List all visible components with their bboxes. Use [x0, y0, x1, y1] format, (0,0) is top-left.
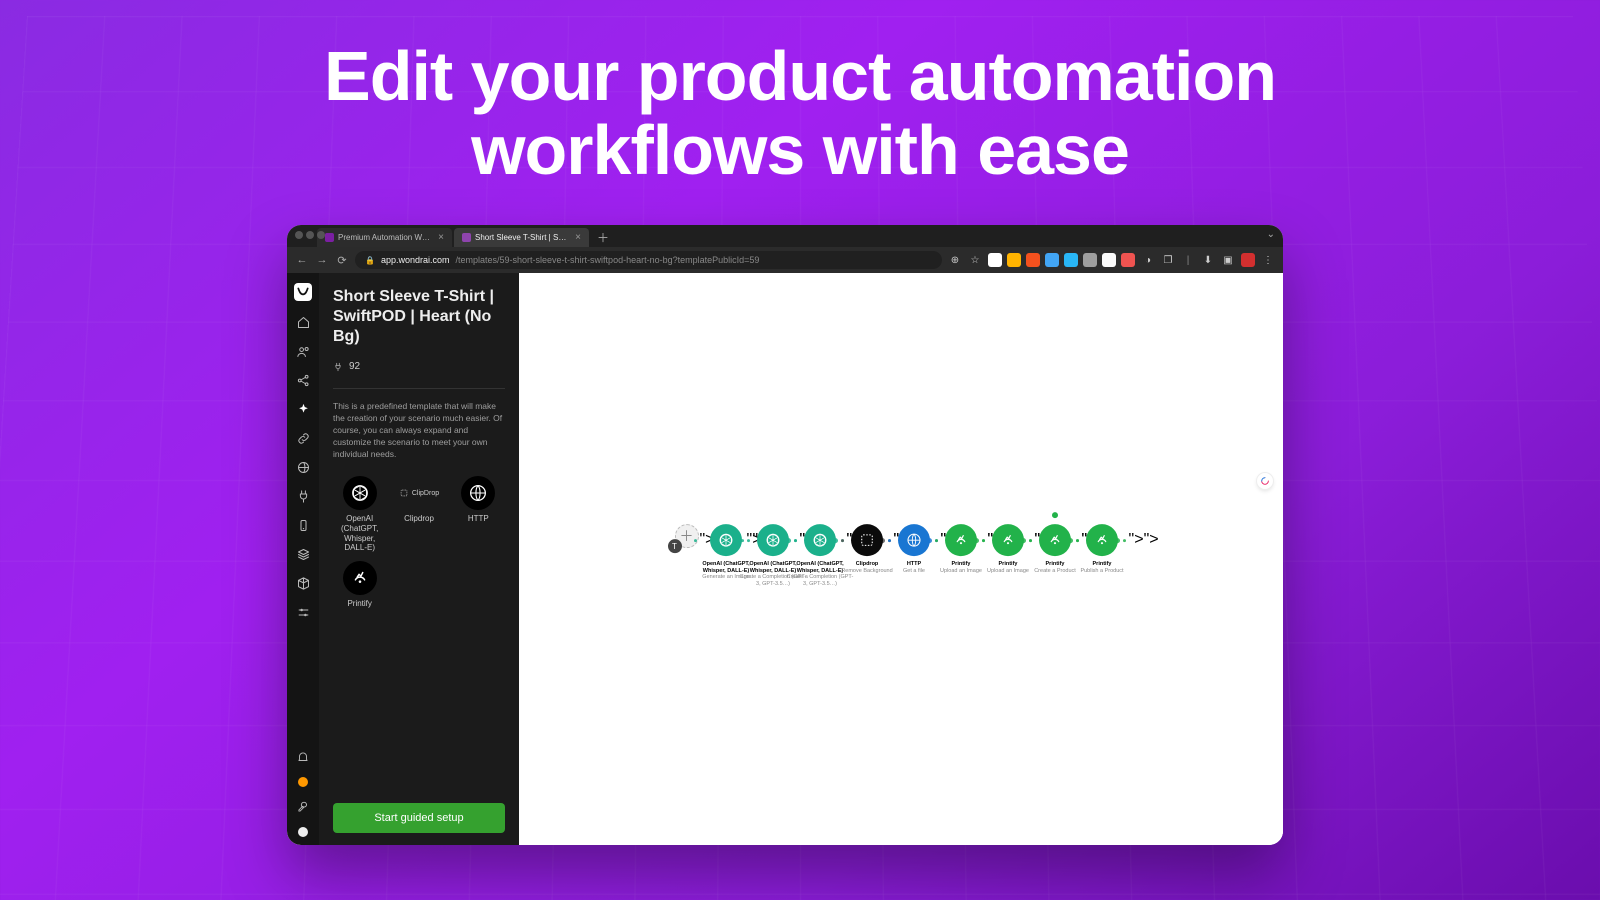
workflow-node-printify[interactable]: PrintifyPublish a Product — [1068, 524, 1137, 574]
node-title: Printify — [999, 561, 1018, 568]
node-subtitle: Publish a Product — [1080, 568, 1123, 575]
service-printify[interactable]: Printify — [333, 561, 386, 609]
address-bar[interactable]: 🔒 app.wondrai.com/templates/59-short-sle… — [355, 251, 942, 269]
browser-window: Premium Automation Workflo×Short Sleeve … — [287, 225, 1283, 845]
browser-toolbar: ← → ⟳ 🔒 app.wondrai.com/templates/59-sho… — [287, 247, 1283, 273]
rail-sparkle-icon[interactable] — [295, 401, 311, 417]
node-title: HTTP — [907, 561, 921, 568]
rail-mobile-icon[interactable] — [295, 517, 311, 533]
node-title: Printify — [1046, 561, 1065, 568]
hero-line-1: Edit your product automation — [0, 40, 1600, 114]
tab-close-icon[interactable]: × — [575, 232, 581, 243]
kebab-menu-icon[interactable]: ⋮ — [1261, 255, 1275, 266]
rail-cube-icon[interactable] — [295, 575, 311, 591]
node-subtitle: Get a file — [903, 568, 925, 575]
tab-title: Short Sleeve T-Shirt | SwiftP — [475, 233, 571, 242]
node-title: Printify — [952, 561, 971, 568]
tab-overflow-button[interactable]: ⌄ — [1267, 229, 1275, 240]
node-subtitle: Create a Completion (GPT-3, GPT-3.5…) — [786, 574, 855, 587]
extension-icon[interactable] — [988, 253, 1002, 267]
nav-back-button[interactable]: ← — [295, 254, 309, 266]
hero-line-2: workflows with ease — [0, 114, 1600, 188]
lock-icon: 🔒 — [365, 256, 375, 265]
service-label: Clipdrop — [404, 514, 434, 524]
tab-favicon — [325, 233, 334, 242]
browser-tab-strip: Premium Automation Workflo×Short Sleeve … — [287, 225, 1283, 247]
node-title: Clipdrop — [856, 561, 879, 568]
rail-plug-icon[interactable] — [295, 488, 311, 504]
services-grid: OpenAI (ChatGPT, Whisper, DALL-E)ClipDro… — [333, 476, 505, 608]
nav-forward-button[interactable]: → — [315, 254, 329, 266]
service-http[interactable]: HTTP — [452, 476, 505, 552]
zoom-icon[interactable]: ⊕ — [948, 255, 962, 266]
tab-title: Premium Automation Workflo — [338, 233, 434, 242]
canvas-reset-button[interactable] — [1257, 473, 1273, 489]
extension-icon[interactable] — [1102, 253, 1116, 267]
toolbar-right: ⊕ ☆ ◑ ❐ | ⬇ ▣ ⋮ — [948, 253, 1275, 267]
service-openai[interactable]: OpenAI (ChatGPT, Whisper, DALL-E) — [333, 476, 386, 552]
url-path: /templates/59-short-sleeve-t-shirt-swift… — [456, 255, 760, 265]
extension-icon[interactable] — [1121, 253, 1135, 267]
service-label: Printify — [347, 599, 371, 609]
rail-share-icon[interactable] — [295, 372, 311, 388]
service-label: OpenAI (ChatGPT, Whisper, DALL-E) — [333, 514, 386, 552]
template-credits: 92 — [333, 361, 505, 372]
workflow-flow: ＋T">">">">OpenAI (ChatGPT, Whisper, DALL… — [537, 524, 1265, 587]
node-title: Printify — [1093, 561, 1112, 568]
avatar[interactable] — [298, 827, 308, 837]
new-tab-button[interactable]: ＋ — [591, 228, 615, 247]
browser-tab[interactable]: Short Sleeve T-Shirt | SwiftP × — [454, 228, 589, 247]
extension-icon[interactable] — [1045, 253, 1059, 267]
http-icon — [461, 476, 495, 510]
extensions-menu-icon[interactable]: ◑ — [1141, 255, 1155, 266]
help-icon[interactable] — [298, 777, 308, 787]
credits-value: 92 — [349, 361, 360, 372]
rail-sliders-icon[interactable] — [295, 604, 311, 620]
download-icon[interactable]: ⬇ — [1201, 255, 1215, 266]
hero-heading: Edit your product automation workflows w… — [0, 40, 1600, 187]
extension-icon[interactable] — [1083, 253, 1097, 267]
service-clipdrop[interactable]: ClipDrop Clipdrop — [392, 476, 445, 552]
profile-icon[interactable] — [1241, 253, 1255, 267]
extension-icon[interactable] — [1026, 253, 1040, 267]
workflow-canvas[interactable]: ＋T">">">">OpenAI (ChatGPT, Whisper, DALL… — [519, 273, 1283, 845]
timer-badge-icon: T — [668, 539, 682, 553]
app-rail — [287, 273, 319, 845]
tab-favicon — [462, 233, 471, 242]
tab-close-icon[interactable]: × — [438, 232, 444, 243]
template-panel: Short Sleeve T-Shirt | SwiftPOD | Heart … — [319, 273, 519, 845]
openai-icon — [343, 476, 377, 510]
bookmark-icon[interactable]: ☆ — [968, 255, 982, 266]
rail-home-icon[interactable] — [295, 314, 311, 330]
start-guided-setup-button[interactable]: Start guided setup — [333, 803, 505, 833]
extension-icon[interactable] — [1007, 253, 1021, 267]
key-icon[interactable] — [295, 799, 311, 815]
rail-link-icon[interactable] — [295, 430, 311, 446]
service-label: HTTP — [468, 514, 489, 524]
browser-tab[interactable]: Premium Automation Workflo × — [317, 228, 452, 247]
panel-icon[interactable]: ▣ — [1221, 255, 1235, 266]
extension-icon[interactable] — [1064, 253, 1078, 267]
bell-icon[interactable] — [295, 749, 311, 765]
clipdrop-icon: ClipDrop — [402, 476, 436, 510]
puzzle-icon[interactable]: ❐ — [1161, 255, 1175, 266]
template-description: This is a predefined template that will … — [333, 401, 505, 460]
rail-layers-icon[interactable] — [295, 546, 311, 562]
rail-users-icon[interactable] — [295, 343, 311, 359]
window-controls[interactable] — [295, 231, 325, 239]
app-logo[interactable] — [294, 283, 312, 301]
printify-icon — [343, 561, 377, 595]
nav-reload-button[interactable]: ⟳ — [335, 254, 349, 267]
plug-icon — [333, 362, 343, 372]
rail-globe-icon[interactable] — [295, 459, 311, 475]
url-domain: app.wondrai.com — [381, 255, 450, 265]
template-title: Short Sleeve T-Shirt | SwiftPOD | Heart … — [333, 287, 505, 347]
divider — [333, 388, 505, 389]
